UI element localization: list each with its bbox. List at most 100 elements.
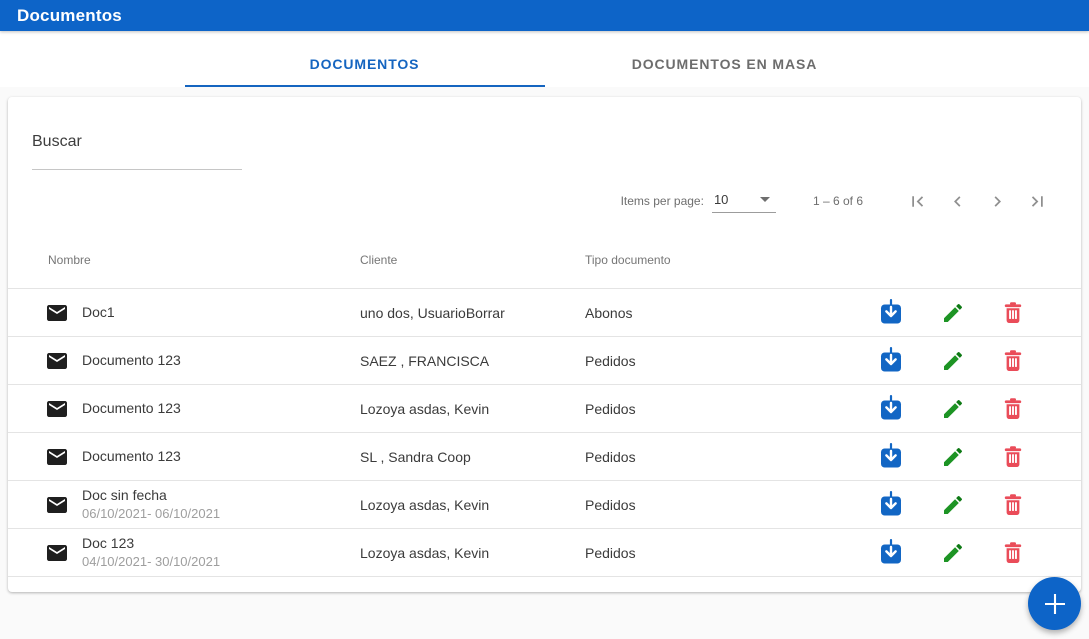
next-page-button[interactable]	[977, 181, 1017, 221]
delete-button[interactable]	[993, 437, 1033, 477]
delete-trash-icon	[1004, 541, 1022, 563]
download-icon	[881, 539, 901, 564]
client-cell: SAEZ , FRANCISCA	[360, 352, 490, 369]
tab-documentos-en-masa[interactable]: DOCUMENTOS EN MASA	[545, 40, 905, 87]
table-row[interactable]: Documento 123 Lozoya asdas, Kevin Pedido…	[8, 385, 1081, 433]
email-icon	[45, 349, 82, 373]
type-cell: Pedidos	[585, 400, 636, 417]
page-range-label: 1 – 6 of 6	[812, 194, 863, 208]
download-button[interactable]	[871, 533, 911, 573]
download-icon	[881, 395, 901, 420]
last-page-icon	[1031, 195, 1043, 207]
items-per-page-label: Items per page:	[620, 194, 704, 208]
table-row[interactable]: Documento 123 SAEZ , FRANCISCA Pedidos	[8, 337, 1081, 385]
download-button[interactable]	[871, 485, 911, 525]
documents-card: Buscar Items per page: 10 1 – 6 of 6 Nom…	[8, 97, 1081, 592]
first-page-icon	[911, 195, 923, 207]
type-cell: Pedidos	[585, 448, 636, 465]
doc-name: Documento 123	[82, 400, 181, 416]
type-cell: Pedidos	[585, 352, 636, 369]
table-body: Doc1 uno dos, UsuarioBorrar Abonos Docum…	[8, 289, 1081, 577]
app-bar: Documentos	[0, 0, 1089, 31]
tab-documentos[interactable]: DOCUMENTOS	[184, 40, 545, 87]
chevron-left-icon	[953, 195, 960, 207]
download-button[interactable]	[871, 293, 911, 333]
download-button[interactable]	[871, 437, 911, 477]
edit-pencil-icon	[944, 351, 962, 370]
doc-name: Doc1	[82, 304, 115, 320]
delete-button[interactable]	[993, 389, 1033, 429]
last-page-button[interactable]	[1017, 181, 1057, 221]
type-cell: Abonos	[585, 304, 633, 321]
table-header: Nombre Cliente Tipo documento	[8, 232, 1081, 289]
doc-dates: 06/10/2021- 06/10/2021	[82, 506, 221, 521]
email-icon	[45, 445, 82, 469]
table-row[interactable]: Documento 123 SL , Sandra Coop Pedidos	[8, 433, 1081, 481]
plus-icon	[1044, 593, 1065, 614]
table-row[interactable]: Doc sin fecha 06/10/2021- 06/10/2021 Loz…	[8, 481, 1081, 529]
email-icon	[45, 541, 82, 565]
chevron-right-icon	[994, 195, 1001, 207]
doc-dates: 04/10/2021- 30/10/2021	[82, 554, 221, 569]
client-cell: Lozoya asdas, Kevin	[360, 496, 490, 513]
delete-button[interactable]	[993, 293, 1033, 333]
tab-documentos-en-masa-label: DOCUMENTOS EN MASA	[631, 55, 818, 72]
edit-pencil-icon	[944, 447, 962, 466]
edit-button[interactable]	[933, 533, 973, 573]
delete-button[interactable]	[993, 485, 1033, 525]
edit-pencil-icon	[944, 495, 962, 514]
edit-button[interactable]	[933, 341, 973, 381]
page-size-select[interactable]: 10	[711, 190, 776, 213]
delete-trash-icon	[1004, 349, 1022, 371]
download-icon	[881, 299, 901, 324]
add-document-fab[interactable]	[1028, 577, 1081, 630]
download-icon	[881, 443, 901, 468]
type-cell: Pedidos	[585, 496, 636, 513]
edit-pencil-icon	[944, 399, 962, 418]
doc-name: Documento 123	[82, 352, 181, 368]
email-icon	[45, 493, 82, 517]
column-header-cliente: Cliente	[360, 253, 398, 267]
delete-button[interactable]	[993, 533, 1033, 573]
client-cell: uno dos, UsuarioBorrar	[360, 304, 505, 321]
email-icon	[45, 301, 82, 325]
download-button[interactable]	[871, 389, 911, 429]
chevron-down-icon	[759, 196, 770, 202]
tab-active-indicator	[184, 85, 545, 87]
edit-pencil-icon	[944, 543, 962, 562]
client-cell: Lozoya asdas, Kevin	[360, 400, 490, 417]
edit-button[interactable]	[933, 437, 973, 477]
client-cell: SL , Sandra Coop	[360, 448, 471, 465]
type-cell: Pedidos	[585, 544, 636, 561]
edit-button[interactable]	[933, 389, 973, 429]
doc-name: Doc sin fecha	[82, 487, 167, 503]
table-row[interactable]: Doc1 uno dos, UsuarioBorrar Abonos	[8, 289, 1081, 337]
paginator: Items per page: 10 1 – 6 of 6	[8, 170, 1081, 232]
page-size-value: 10	[713, 191, 729, 207]
download-icon	[881, 491, 901, 516]
page-title: Documentos	[17, 5, 122, 25]
first-page-button[interactable]	[897, 181, 937, 221]
delete-trash-icon	[1004, 445, 1022, 467]
delete-trash-icon	[1004, 493, 1022, 515]
tab-documentos-label: DOCUMENTOS	[309, 55, 420, 72]
tab-bar: DOCUMENTOS DOCUMENTOS EN MASA	[0, 31, 1089, 87]
doc-name: Doc 123	[82, 535, 135, 551]
download-icon	[881, 347, 901, 372]
delete-trash-icon	[1004, 301, 1022, 323]
download-button[interactable]	[871, 341, 911, 381]
client-cell: Lozoya asdas, Kevin	[360, 544, 490, 561]
doc-name: Documento 123	[82, 448, 181, 464]
delete-button[interactable]	[993, 341, 1033, 381]
search-field[interactable]: Buscar	[8, 97, 242, 170]
column-header-tipo-documento: Tipo documento	[585, 253, 671, 267]
table-row[interactable]: Doc 123 04/10/2021- 30/10/2021 Lozoya as…	[8, 529, 1081, 577]
edit-button[interactable]	[933, 485, 973, 525]
edit-button[interactable]	[933, 293, 973, 333]
delete-trash-icon	[1004, 397, 1022, 419]
email-icon	[45, 397, 82, 421]
paginator-nav	[897, 181, 1057, 221]
edit-pencil-icon	[944, 303, 962, 322]
previous-page-button[interactable]	[937, 181, 977, 221]
column-header-nombre: Nombre	[48, 253, 91, 267]
